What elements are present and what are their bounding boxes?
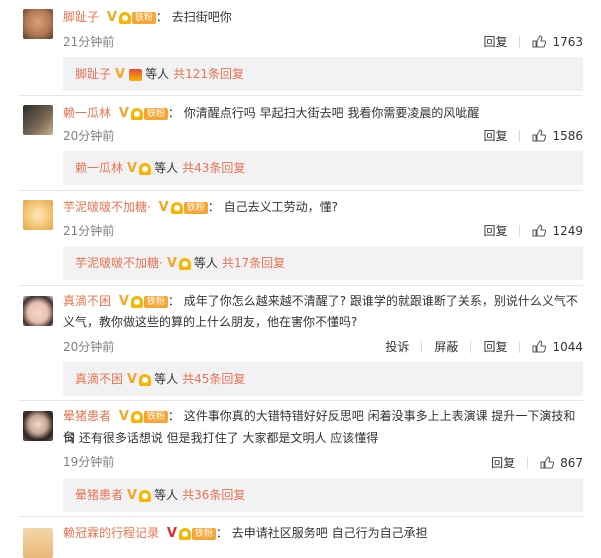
report-button[interactable]: 投诉: [373, 340, 423, 353]
fan-badge: 铁粉: [143, 295, 168, 308]
comment-text: 去申请社区服务吧 自己行为自己承担: [231, 526, 428, 540]
reply-button[interactable]: 回复: [471, 35, 521, 48]
reply-summary[interactable]: 晕猪患者 V 等人 共36条回复: [63, 478, 583, 512]
verified-icon: V: [158, 200, 169, 215]
reply-etc: 等人: [154, 161, 179, 175]
like-count: 1044: [552, 340, 583, 354]
username-link[interactable]: 真滴不困: [63, 294, 111, 308]
like-count: 1763: [552, 35, 583, 49]
divider: [18, 285, 583, 286]
like-button[interactable]: 1586: [520, 129, 583, 142]
verified-icon: V: [166, 256, 177, 271]
reply-username[interactable]: 晕猪患者: [75, 488, 123, 502]
reply-etc: 等人: [154, 372, 179, 386]
verified-icon: V: [127, 488, 138, 503]
thumbs-up-icon: [532, 340, 547, 353]
reply-username[interactable]: 脚趾子: [75, 67, 111, 81]
member-crown-icon: [178, 257, 191, 270]
comment-time: 20分钟前: [63, 340, 115, 354]
avatar[interactable]: [23, 411, 53, 441]
like-button[interactable]: 867: [528, 456, 583, 469]
reply-username[interactable]: 芋泥啵啵不加糖·: [75, 256, 163, 270]
fan-badge: 铁粉: [131, 11, 156, 24]
reply-count[interactable]: 共36条回复: [182, 488, 245, 502]
avatar[interactable]: [23, 105, 53, 135]
comment-text: 成年了你怎么越来越不清醒了? 跟谁学的就跟谁断了关系，别说什么义气不: [183, 294, 578, 308]
verified-icon: V: [118, 409, 129, 424]
like-button[interactable]: 1044: [520, 340, 583, 353]
avatar[interactable]: [23, 528, 53, 558]
hourglass-badge-icon: [129, 68, 143, 81]
reply-button[interactable]: 回复: [471, 224, 521, 237]
reply-button[interactable]: 回复: [471, 340, 521, 353]
divider: [18, 516, 583, 517]
member-crown-icon: [130, 295, 143, 308]
comment-text-continued: 词 还有很多话想说 但是我打住了 大家都是文明人 应该懂得: [63, 431, 379, 445]
like-count: 1586: [552, 129, 583, 143]
username-link[interactable]: 脚趾子: [63, 10, 99, 24]
comment-time: 20分钟前: [63, 129, 115, 143]
reply-username[interactable]: 真滴不困: [75, 372, 123, 386]
verified-icon: V: [106, 10, 117, 25]
fan-badge: 铁粉: [183, 201, 208, 214]
reply-summary[interactable]: 脚趾子 V 等人 共121条回复: [63, 57, 583, 91]
username-link[interactable]: 芋泥啵啵不加糖·: [63, 200, 151, 214]
member-crown-icon: [139, 489, 152, 502]
like-button[interactable]: 1249: [520, 224, 583, 237]
member-crown-icon: [170, 201, 183, 214]
block-button[interactable]: 屏蔽: [422, 340, 472, 353]
member-crown-icon: [139, 373, 152, 386]
verified-icon: V: [118, 106, 129, 121]
username-link[interactable]: 赖一瓜林: [63, 106, 111, 120]
fan-badge: 铁粉: [191, 527, 216, 540]
reply-button[interactable]: 回复: [471, 129, 521, 142]
reply-count[interactable]: 共45条回复: [182, 372, 245, 386]
avatar[interactable]: [23, 296, 53, 326]
divider: [18, 95, 583, 96]
divider: [18, 400, 583, 401]
reply-button[interactable]: 回复: [479, 456, 529, 469]
verified-icon: V: [166, 526, 177, 541]
member-crown-icon: [139, 162, 152, 175]
reply-etc: 等人: [145, 67, 170, 81]
like-button[interactable]: 1763: [520, 35, 583, 48]
verified-icon: V: [115, 67, 126, 82]
like-count: 1249: [552, 224, 583, 238]
avatar[interactable]: [23, 200, 53, 230]
reply-etc: 等人: [193, 256, 218, 270]
reply-count[interactable]: 共121条回复: [173, 67, 244, 81]
username-link[interactable]: 赖冠霖的行程记录: [63, 526, 159, 540]
reply-username[interactable]: 赖一瓜林: [75, 161, 123, 175]
comment-time: 21分钟前: [63, 224, 115, 238]
verified-icon: V: [118, 294, 129, 309]
reply-count[interactable]: 共17条回复: [222, 256, 285, 270]
fan-badge: 铁粉: [143, 410, 168, 423]
comment-text: 自己去义工劳动，懂?: [223, 200, 338, 214]
thumbs-up-icon: [532, 35, 547, 48]
reply-summary[interactable]: 赖一瓜林 V 等人 共43条回复: [63, 151, 583, 185]
member-crown-icon: [130, 107, 143, 120]
reply-count[interactable]: 共43条回复: [182, 161, 245, 175]
like-count: 867: [560, 456, 583, 470]
fan-badge: 铁粉: [143, 107, 168, 120]
verified-icon: V: [127, 372, 138, 387]
divider: [18, 190, 583, 191]
comment-text: 你清醒点行吗 早起扫大街去吧 我看你需要凌晨的风呲醒: [183, 106, 480, 120]
verified-icon: V: [127, 161, 138, 176]
comment-text: 去扫街吧你: [171, 10, 232, 24]
reply-etc: 等人: [154, 488, 179, 502]
avatar[interactable]: [23, 9, 53, 39]
reply-summary[interactable]: 真滴不困 V 等人 共45条回复: [63, 362, 583, 396]
member-crown-icon: [178, 527, 191, 540]
reply-summary[interactable]: 芋泥啵啵不加糖· V 等人 共17条回复: [63, 246, 583, 280]
thumbs-up-icon: [540, 456, 555, 469]
member-crown-icon: [118, 11, 131, 24]
username-link[interactable]: 晕猪患者: [63, 409, 111, 423]
comment-text-continued: 义气，教你做这些的算的上什么朋友，他在害你不懂吗?: [63, 315, 358, 329]
member-crown-icon: [130, 410, 143, 423]
thumbs-up-icon: [532, 129, 547, 142]
comment-time: 19分钟前: [63, 455, 115, 469]
thumbs-up-icon: [532, 224, 547, 237]
comment-time: 21分钟前: [63, 35, 115, 49]
